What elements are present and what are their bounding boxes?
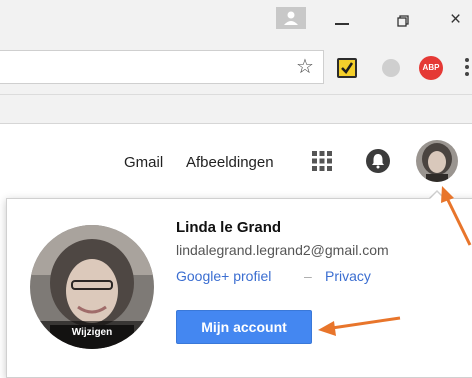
window-titlebar: × <box>0 0 472 42</box>
restore-icon[interactable] <box>397 15 409 27</box>
account-name: Linda le Grand <box>176 219 282 236</box>
bookmark-star-icon[interactable]: ☆ <box>296 56 314 78</box>
change-photo-label[interactable]: Wijzigen <box>30 321 154 349</box>
adblock-plus-icon[interactable]: ABP <box>419 56 443 80</box>
apps-grid-icon[interactable] <box>311 150 333 172</box>
checkmark-extension-icon[interactable] <box>337 58 357 78</box>
account-avatar-large[interactable]: Wijzigen <box>30 225 154 349</box>
browser-toolbar: ☆ ABP <box>0 42 472 95</box>
popup-caret-inner <box>429 192 445 200</box>
gmail-link[interactable]: Gmail <box>124 154 163 171</box>
browser-profile-button[interactable] <box>276 7 306 29</box>
privacy-link[interactable]: Privacy <box>325 268 371 284</box>
browser-menu-icon[interactable] <box>465 58 469 79</box>
account-email: lindalegrand.legrand2@gmail.com <box>176 242 389 258</box>
images-link[interactable]: Afbeeldingen <box>186 154 274 171</box>
address-bar[interactable]: ☆ <box>0 50 324 84</box>
account-avatar[interactable] <box>416 140 458 182</box>
bookmarks-bar <box>0 95 472 124</box>
user-photo-small <box>416 140 458 182</box>
notifications-bell-icon[interactable] <box>365 148 391 174</box>
grey-extension-icon[interactable] <box>382 59 400 77</box>
my-account-button[interactable]: Mijn account <box>176 310 312 344</box>
minimize-icon[interactable] <box>335 23 349 25</box>
link-separator: – <box>304 268 312 284</box>
google-header: Gmail Afbeeldingen <box>0 124 472 204</box>
close-icon[interactable]: × <box>450 10 461 30</box>
person-icon <box>284 11 298 25</box>
google-plus-profile-link[interactable]: Google+ profiel <box>176 268 271 284</box>
check-badge-icon <box>339 60 355 76</box>
